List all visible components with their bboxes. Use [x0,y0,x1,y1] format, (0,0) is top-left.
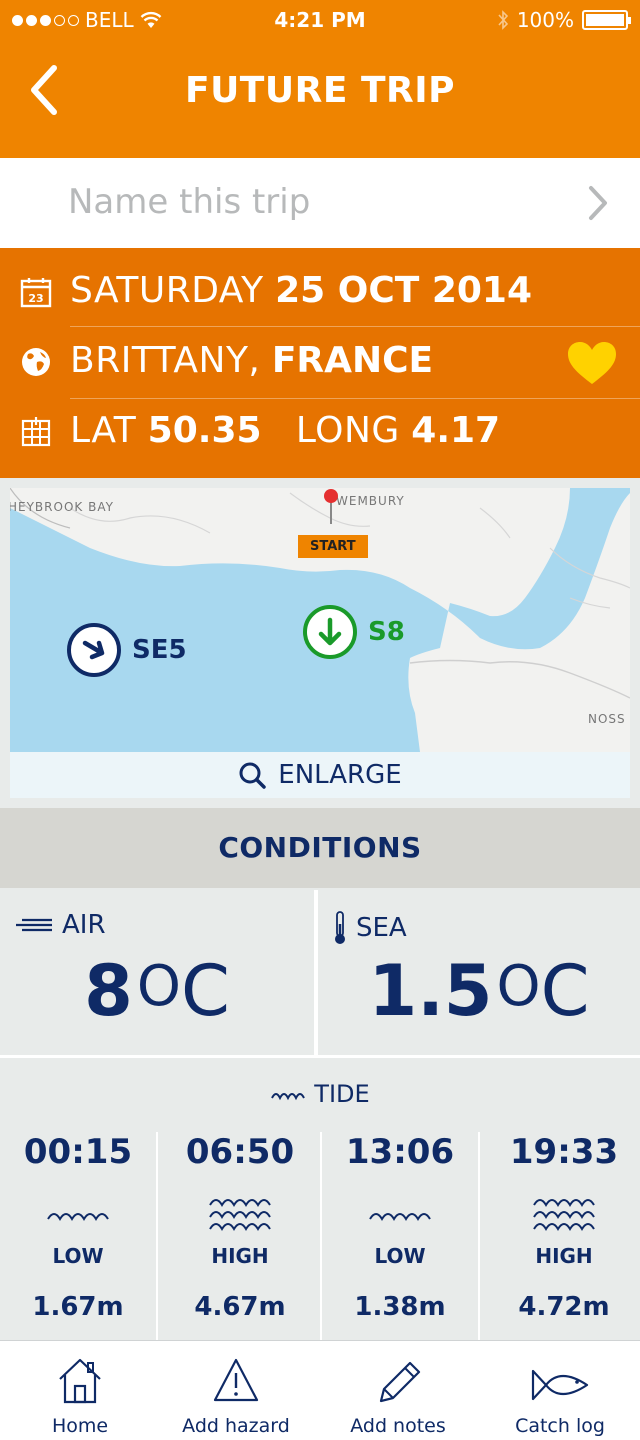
tab-add-hazard[interactable]: Add hazard [156,1341,316,1440]
map-pin-icon [324,489,338,524]
pencil-icon [379,1361,421,1403]
bluetooth-icon [498,10,508,30]
divider [156,1132,158,1340]
high-tide-icon [533,1199,595,1231]
battery-icon [582,10,631,30]
conditions-heading: CONDITIONS [0,808,640,888]
sea-temperature-value: 1.5 [368,950,493,1032]
tide-time: 00:15 [23,1132,133,1172]
tide-height: 1.38m [354,1292,446,1322]
battery-percent: 100% [516,8,574,32]
air-temperature-panel: AIR 8OC [0,890,314,1055]
enlarge-map-button[interactable]: ENLARGE [10,752,630,798]
tide-height: 4.67m [194,1292,286,1322]
wind-se-label: SE5 [132,635,187,665]
trip-name-placeholder: Name this trip [68,182,311,222]
globe-icon [22,348,50,376]
degree-symbol: O [496,954,541,1019]
air-label: AIR [62,910,106,940]
status-right: 100% [497,8,631,32]
tab-label: Catch log [515,1415,605,1437]
enlarge-label: ENLARGE [278,760,402,790]
tide-time: 06:50 [185,1132,295,1172]
air-temperature-value: 8 [84,950,133,1032]
tab-add-notes[interactable]: Add notes [318,1341,478,1440]
thermometer-icon [335,911,345,944]
tab-catch-log[interactable]: Catch log [480,1341,640,1440]
wind-arrow-down-icon [303,605,357,659]
trip-date: 25 OCT 2014 [275,270,533,311]
svg-text:23: 23 [28,292,43,305]
wind-lines-icon [16,918,52,932]
wave-icon [271,1093,306,1101]
tide-kind: LOW [52,1244,104,1268]
tide-height: 4.72m [518,1292,610,1322]
wind-arrow-icon [67,623,121,677]
tide-time: 13:06 [345,1132,455,1172]
low-tide-icon [369,1213,431,1221]
tide-heading: TIDE [314,1080,370,1108]
bottom-tab-bar: Home Add hazard Add notes Catch log [0,1340,640,1440]
divider [478,1132,480,1340]
tide-time: 19:33 [509,1132,619,1172]
tide-height: 1.67m [32,1292,124,1322]
tide-entry: 06:50 HIGH 4.67m [162,1132,318,1340]
sea-temperature-panel: SEA 1.5OC [318,890,640,1055]
trip-location-row: BRITTANY, FRANCE [0,328,640,398]
degree-symbol: O [136,954,181,1019]
map-label-heybrook-bay: HEYBROOK BAY [10,500,114,514]
search-icon [239,762,267,789]
tide-panel: TIDE 00:15 LOW 1.67m 06:50 HIGH 4.67m 13… [0,1058,640,1340]
tab-home[interactable]: Home [0,1341,160,1440]
calendar-icon: 23 [20,278,52,308]
trip-country: FRANCE [271,340,434,381]
map-label-noss: NOSS [588,712,626,726]
favorite-heart-icon[interactable] [566,340,618,386]
tide-kind: HIGH [535,1244,593,1268]
trip-map[interactable]: HEYBROOK BAY WEMBURY NOSS START SE5 S8 E… [10,488,630,798]
map-label-wembury: WEMBURY [336,494,405,508]
tide-entry: 13:06 LOW 1.38m [322,1132,478,1340]
hazard-icon [213,1358,259,1402]
wind-indicator-se: SE5 [66,622,187,678]
temperature-unit: C [180,950,230,1032]
tab-label: Add hazard [182,1415,290,1437]
divider [70,326,640,327]
lat-value: 50.35 [147,410,262,451]
long-label: LONG [295,410,400,451]
lat-label: LAT [70,410,137,451]
trip-region: BRITTANY, [70,340,261,381]
tide-kind: LOW [374,1244,426,1268]
tide-kind: HIGH [211,1244,269,1268]
trip-day: SATURDAY [70,270,264,311]
high-tide-icon [209,1199,271,1231]
trip-date-row: 23 SATURDAY 25 OCT 2014 [0,258,640,328]
grid-map-icon [21,417,51,447]
page-title: FUTURE TRIP [184,70,455,111]
chevron-right-icon [589,186,607,220]
tide-entry: 19:33 HIGH 4.72m [486,1132,640,1340]
status-bar: BELL 4:21 PM 100% [0,0,640,40]
start-badge: START [298,535,368,558]
nav-bar: FUTURE TRIP [0,40,640,158]
low-tide-icon [47,1213,109,1221]
tab-label: Add notes [350,1415,446,1437]
temperature-unit: C [540,950,590,1032]
trip-info-panel: 23 SATURDAY 25 OCT 2014 BRITTANY, FRANCE [0,248,640,478]
wind-s-label: S8 [368,617,405,647]
trip-name-field[interactable]: Name this trip [0,158,640,248]
fish-icon [531,1369,589,1401]
home-icon [59,1358,101,1404]
trip-coordinates-row: LAT 50.35 LONG 4.17 [0,398,640,468]
sea-label: SEA [356,913,407,943]
long-value: 4.17 [411,410,501,451]
wind-indicator-s: S8 [302,604,405,660]
tab-label: Home [51,1415,109,1437]
tide-entry: 00:15 LOW 1.67m [0,1132,156,1340]
